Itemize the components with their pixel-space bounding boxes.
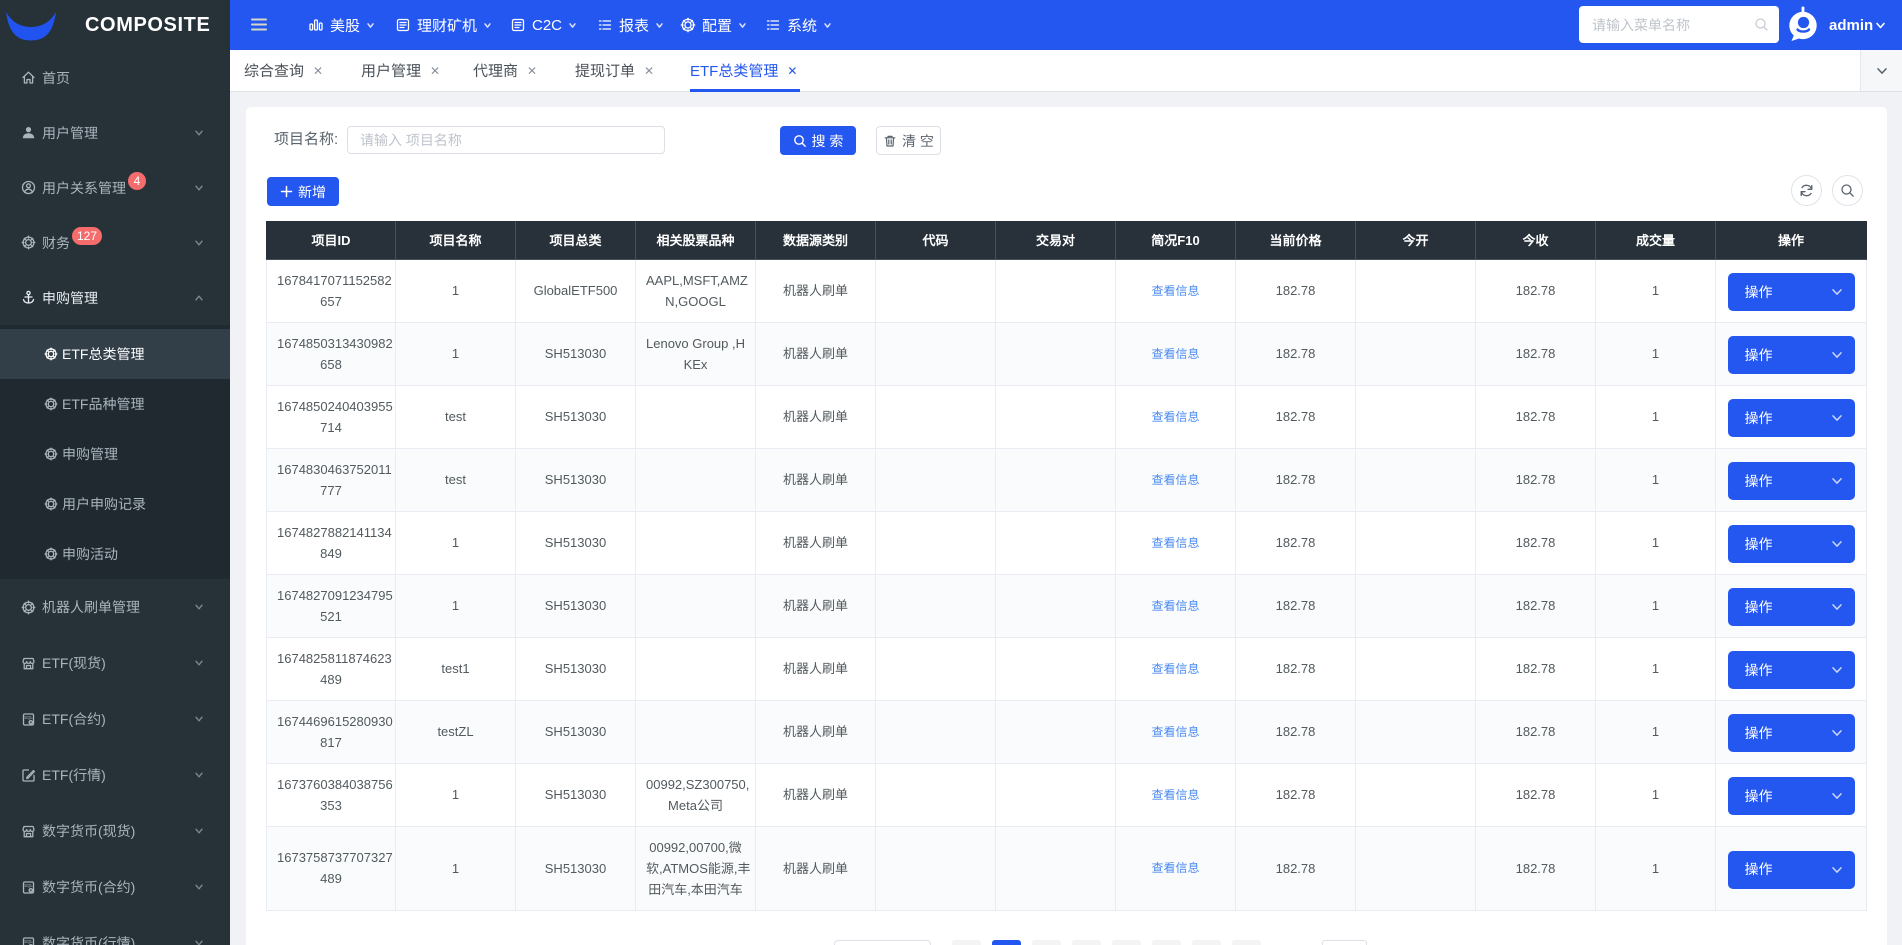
svg-text:SQL: SQL (24, 882, 33, 887)
svg-text:SQL: SQL (24, 714, 33, 719)
svg-text:SQL: SQL (24, 938, 33, 943)
